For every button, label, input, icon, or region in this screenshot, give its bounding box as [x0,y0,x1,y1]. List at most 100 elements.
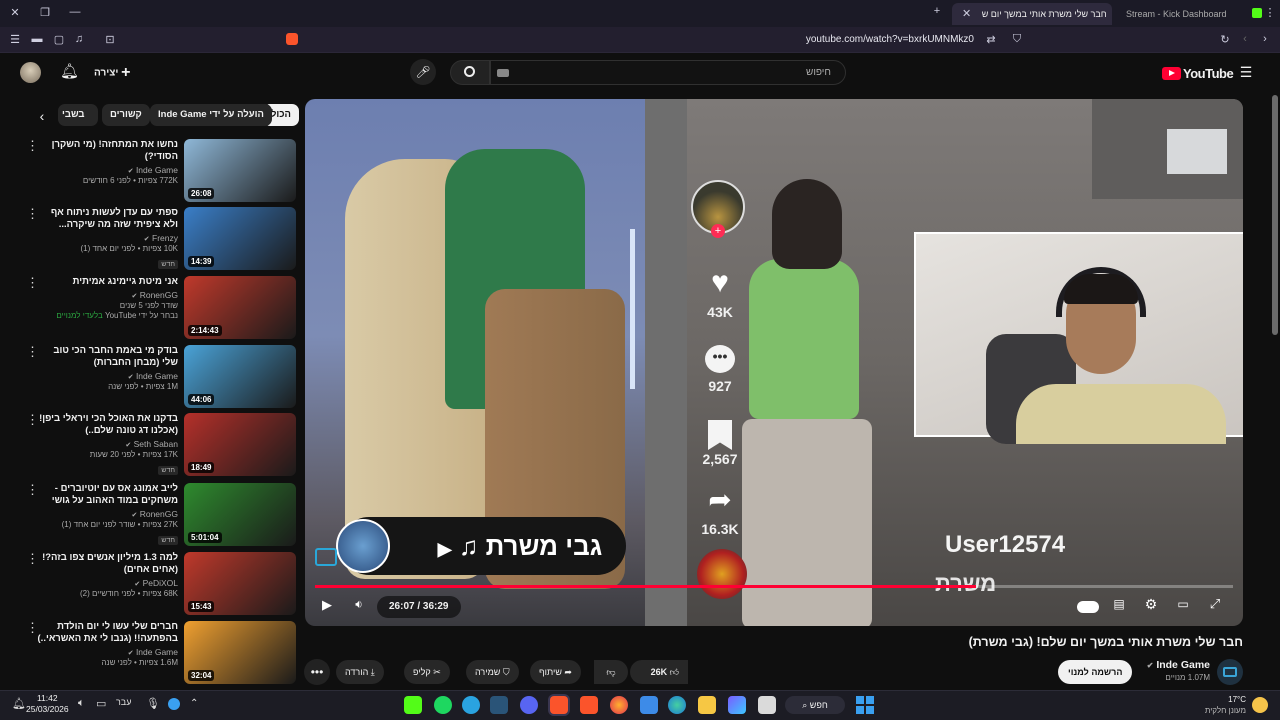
list-item[interactable]: 44:06 בודק מי באמת החבר הכי טוב שלי (מבח… [26,345,296,413]
video-thumbnail[interactable]: 18:49 [184,413,296,476]
share-button[interactable]: ➦ שיתוף [530,660,581,684]
copilot-icon[interactable] [728,696,746,714]
subscribe-button[interactable]: הרשמה למנוי [1058,660,1133,684]
chip-related[interactable]: קשורים [102,104,150,126]
window-close-icon[interactable]: ✕ [8,6,22,19]
list-item[interactable]: 2:14:43 אני מיטת גיימינג אמיתית RonenGG … [26,276,296,344]
file-explorer-icon[interactable] [698,696,716,714]
tab-youtube[interactable]: ✕ חבר שלי משרת אותי במשך יום ש [952,3,1112,25]
video-thumbnail[interactable]: 14:39 [184,207,296,270]
video-title[interactable]: אני מיטת גיימינג אמיתית [36,276,178,288]
more-options-icon[interactable]: ⋮ [26,276,39,290]
video-title[interactable]: בודק מי באמת החבר הכי טוב שלי (מבחן החבר… [36,345,178,369]
voice-search-button[interactable]: 🎤︎ [410,59,436,85]
microphone-tray-icon[interactable]: 🎙︎ [146,697,160,710]
network-icon[interactable]: ▭ [96,697,106,710]
channel-name[interactable]: Inde Game ✔ [36,371,178,381]
video-thumbnail[interactable]: 15:43 [184,552,296,615]
more-actions-button[interactable]: ••• [304,659,330,685]
search-button[interactable] [450,60,490,85]
channel-name[interactable]: Inde Game ✔ [36,647,178,657]
list-item[interactable]: 18:49 בדקנו את האוכל הכי ויראלי ביפן! (א… [26,413,296,481]
tab-close-icon[interactable]: ✕ [962,3,971,25]
tab-kick[interactable]: Stream - Kick Dashboard [1116,3,1246,25]
progress-track[interactable] [315,585,1233,588]
window-restore-icon[interactable]: ❐ [38,6,52,19]
list-item[interactable]: 32:04 חברים שלי עשו לי יום הולדת בהפתעה!… [26,621,296,689]
firefox-icon[interactable] [610,696,628,714]
video-title[interactable]: חברים שלי עשו לי יום הולדת בהפתעה!! (גנב… [36,621,178,645]
channel-name[interactable]: RonenGG ✔ [36,290,178,300]
clip-button[interactable]: ✂ קליפ [404,660,450,684]
video-title[interactable]: למה 1.3 מיליון אנשים צפו בזה?! (אחים אחי… [36,552,178,576]
reload-icon[interactable]: ↻ [1218,33,1232,46]
language-indicator[interactable]: עבר [116,697,131,707]
hamburger-menu-icon[interactable]: ☰ [1238,64,1254,81]
download-button[interactable]: ⤓ הורדה [336,660,384,684]
play-icon[interactable]: ▶ [319,597,335,613]
scrollbar-thumb[interactable] [1272,95,1278,335]
tab-menu-icon[interactable]: ⋮ [1264,6,1276,19]
more-options-icon[interactable]: ⋮ [26,413,39,427]
channel-name[interactable]: Inde Game [1156,659,1210,671]
video-thumbnail[interactable]: 26:08 [184,139,296,202]
notification-center-icon[interactable]: 🔔︎ [12,697,26,710]
video-thumbnail[interactable]: 32:04 [184,621,296,684]
tray-app-icon[interactable] [168,698,180,710]
subtitles-icon[interactable]: ▤ [1111,597,1127,611]
brave-icon[interactable] [580,696,598,714]
channel-name[interactable]: RonenGG ✔ [36,509,178,519]
theater-mode-icon[interactable]: ▭ [1175,597,1191,611]
bookmark-icon[interactable]: ⛉ [1010,33,1024,46]
channel-name[interactable]: Inde Game ✔ [36,165,178,175]
list-item[interactable]: 15:43 למה 1.3 מיליון אנשים צפו בזה?! (אח… [26,552,296,620]
more-options-icon[interactable]: ⋮ [26,483,39,497]
channel-name[interactable]: Frenzy ✔ [36,233,178,243]
steam-icon[interactable] [490,696,508,714]
new-tab-icon[interactable]: + [930,5,944,17]
screenshot-icon[interactable]: ⊡ [103,33,117,46]
chips-scroll-left-icon[interactable]: ‹ [36,108,48,124]
fullscreen-icon[interactable]: ⤢ [1207,596,1223,612]
settings-gear-icon[interactable]: ⚙ [1143,596,1159,613]
keyboard-icon[interactable] [497,69,509,77]
spotify-icon[interactable] [434,696,452,714]
weather-widget[interactable]: 17°C מעונן חלקית [1180,694,1246,716]
video-title[interactable]: ספתי עם עדן לעשות ניתוח אף ולא ציפיתי שז… [36,207,178,231]
notepad-icon[interactable] [758,696,776,714]
sidebar-menu-icon[interactable]: ☰ [8,33,22,46]
list-item[interactable]: 5:01:04 לייב אמונג אס עם יוטיוברים - משח… [26,483,296,551]
dislike-button[interactable]: 👎︎ [594,660,628,684]
kick-app-icon[interactable] [404,696,422,714]
more-options-icon[interactable]: ⋮ [26,139,39,153]
video-thumbnail[interactable]: 44:06 [184,345,296,408]
music-icon[interactable]: ♫ [72,33,86,45]
youtube-logo[interactable]: YouTube [1162,64,1234,82]
more-options-icon[interactable]: ⋮ [26,207,39,221]
discord-icon[interactable] [520,696,538,714]
chip-uploaded-by[interactable]: הועלה על ידי Inde Game [150,104,272,126]
store-icon[interactable] [640,696,658,714]
more-options-icon[interactable]: ⋮ [26,621,39,635]
video-thumbnail[interactable]: 5:01:04 [184,483,296,546]
like-button[interactable]: 👍︎ 26K [630,660,688,684]
forward-icon[interactable]: › [1258,33,1272,45]
shop-basket-icon[interactable] [315,548,337,566]
brave-active-icon[interactable] [550,696,568,714]
video-title[interactable]: לייב אמונג אס עם יוטיוברים - משחקים במוד… [36,483,178,507]
telegram-icon[interactable] [462,696,480,714]
volume-tray-icon[interactable]: 🔈︎ [78,697,85,710]
autoplay-toggle-icon[interactable] [1077,601,1099,613]
channel-name[interactable]: Seth Saban ✔ [36,439,178,449]
video-title[interactable]: בדקנו את האוכל הכי ויראלי ביפן! (אכלנו ד… [36,413,178,437]
sidebar-toggle-icon[interactable]: ▢ [52,33,66,46]
channel-name[interactable]: PeDiXOL ✔ [36,578,178,588]
chip-live[interactable]: בשבי [58,104,98,126]
video-thumbnail[interactable]: 2:14:43 [184,276,296,339]
notifications-bell-icon[interactable]: 🔔︎ [60,62,79,80]
list-item[interactable]: 26:08 נחשו את המתחזה! (מי השקרן הסודי?) … [26,139,296,207]
search-input[interactable]: חיפוש [490,60,846,85]
video-title[interactable]: נחשו את המתחזה! (מי השקרן הסודי?) [36,139,178,163]
back-icon[interactable]: ‹ [1238,33,1252,45]
edge-icon[interactable] [668,696,686,714]
